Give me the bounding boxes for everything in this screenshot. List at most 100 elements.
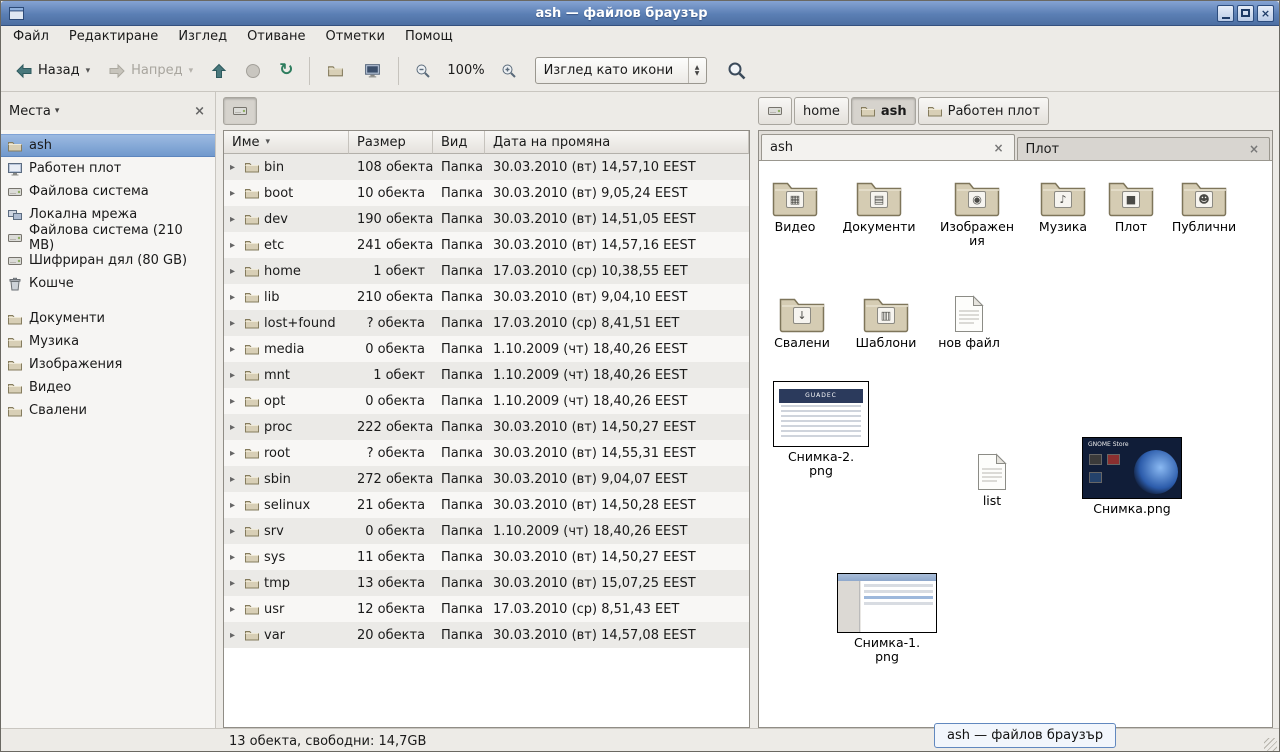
- table-row[interactable]: ▸opt0 обектаПапка1.10.2009 (чт) 18,40,26…: [224, 388, 749, 414]
- path-button[interactable]: Работен плот: [918, 97, 1049, 125]
- file-item[interactable]: ↓Свалени: [760, 291, 844, 350]
- stop-button[interactable]: [237, 55, 269, 87]
- table-row[interactable]: ▸lib210 обектаПапка30.03.2010 (вт) 9,04,…: [224, 284, 749, 310]
- expander-icon[interactable]: ▸: [230, 552, 240, 563]
- expander-icon[interactable]: ▸: [230, 630, 240, 641]
- table-row[interactable]: ▸proc222 обектаПапка30.03.2010 (вт) 14,5…: [224, 414, 749, 440]
- sidebar-item[interactable]: Файлова система: [1, 180, 215, 203]
- table-row[interactable]: ▸dev190 обектаПапка30.03.2010 (вт) 14,51…: [224, 206, 749, 232]
- tab-close-icon[interactable]: ×: [991, 141, 1005, 155]
- file-item[interactable]: GUADECСнимка-2.png: [766, 381, 876, 478]
- column-header[interactable]: Вид: [433, 131, 485, 154]
- sidebar-item[interactable]: ash: [1, 134, 215, 157]
- file-item[interactable]: ☻Публични: [1162, 175, 1246, 234]
- expander-icon[interactable]: ▸: [230, 448, 240, 459]
- places-close-icon[interactable]: ×: [194, 104, 205, 119]
- table-row[interactable]: ▸mnt1 обектПапка1.10.2009 (чт) 18,40,26 …: [224, 362, 749, 388]
- table-row[interactable]: ▸bin108 обектаПапка30.03.2010 (вт) 14,57…: [224, 154, 749, 180]
- expander-icon[interactable]: ▸: [230, 500, 240, 511]
- table-row[interactable]: ▸media0 обектаПапка1.10.2009 (чт) 18,40,…: [224, 336, 749, 362]
- file-item[interactable]: list: [950, 449, 1034, 508]
- reload-button[interactable]: ↻: [271, 55, 301, 87]
- taskbar-window-button[interactable]: ash — файлов браузър: [934, 723, 1116, 748]
- table-row[interactable]: ▸tmp13 обектаПапка30.03.2010 (вт) 15,07,…: [224, 570, 749, 596]
- expander-icon[interactable]: ▸: [230, 188, 240, 199]
- sidebar-item[interactable]: Свалени: [1, 399, 215, 422]
- table-row[interactable]: ▸lost+found? обектаПапка17.03.2010 (ср) …: [224, 310, 749, 336]
- expander-icon[interactable]: ▸: [230, 370, 240, 381]
- file-item[interactable]: GNOME StoreСнимка.png: [1077, 437, 1187, 516]
- forward-history-dropdown-icon[interactable]: ▾: [189, 66, 194, 76]
- file-item[interactable]: ▦Видео: [759, 175, 837, 234]
- notebook-tab[interactable]: ash×: [761, 134, 1015, 160]
- table-row[interactable]: ▸etc241 обектаПапка30.03.2010 (вт) 14,57…: [224, 232, 749, 258]
- menu-item[interactable]: Редактиране: [59, 26, 168, 50]
- file-item[interactable]: нов файл: [927, 291, 1011, 350]
- back-button[interactable]: Назад ▾: [7, 55, 98, 87]
- expander-icon[interactable]: ▸: [230, 474, 240, 485]
- up-button[interactable]: [203, 55, 235, 87]
- table-row[interactable]: ▸sys11 обектаПапка30.03.2010 (вт) 14,50,…: [224, 544, 749, 570]
- column-header[interactable]: Размер: [349, 131, 433, 154]
- table-row[interactable]: ▸root? обектаПапка30.03.2010 (вт) 14,55,…: [224, 440, 749, 466]
- table-row[interactable]: ▸boot10 обектаПапка30.03.2010 (вт) 9,05,…: [224, 180, 749, 206]
- sidebar-item[interactable]: Работен плот: [1, 157, 215, 180]
- places-dropdown-icon[interactable]: ▾: [55, 106, 60, 116]
- menu-item[interactable]: Помощ: [395, 26, 463, 50]
- minimize-button[interactable]: [1217, 5, 1234, 22]
- expander-icon[interactable]: ▸: [230, 344, 240, 355]
- path-button[interactable]: home: [794, 97, 849, 125]
- path-button[interactable]: ash: [851, 97, 916, 125]
- expander-icon[interactable]: ▸: [230, 526, 240, 537]
- file-item[interactable]: ◉Изображения: [935, 175, 1019, 248]
- file-item[interactable]: Снимка-1.png: [832, 573, 942, 664]
- notebook-tab[interactable]: Плот×: [1017, 137, 1271, 160]
- table-row[interactable]: ▸sbin272 обектаПапка30.03.2010 (вт) 9,04…: [224, 466, 749, 492]
- forward-button[interactable]: Напред ▾: [100, 55, 201, 87]
- resize-grip[interactable]: [1264, 738, 1277, 751]
- expander-icon[interactable]: ▸: [230, 162, 240, 173]
- column-header[interactable]: Дата на промяна: [485, 131, 749, 154]
- sidebar-item[interactable]: Музика: [1, 330, 215, 353]
- expander-icon[interactable]: ▸: [230, 240, 240, 251]
- computer-button[interactable]: [355, 55, 390, 87]
- root-location-button[interactable]: [223, 97, 257, 125]
- menu-item[interactable]: Изглед: [168, 26, 237, 50]
- expander-icon[interactable]: ▸: [230, 214, 240, 225]
- sidebar-item[interactable]: Шифриран дял (80 GB): [1, 249, 215, 272]
- places-header-label[interactable]: Места: [9, 104, 51, 119]
- file-item[interactable]: ■Плот: [1089, 175, 1173, 234]
- view-mode-select[interactable]: Изглед като икони ▲▼: [535, 57, 707, 84]
- sidebar-item[interactable]: Видео: [1, 376, 215, 399]
- table-row[interactable]: ▸selinux21 обектаПапка30.03.2010 (вт) 14…: [224, 492, 749, 518]
- expander-icon[interactable]: ▸: [230, 578, 240, 589]
- sidebar-item[interactable]: Изображения: [1, 353, 215, 376]
- maximize-button[interactable]: [1237, 5, 1254, 22]
- expander-icon[interactable]: ▸: [230, 318, 240, 329]
- expander-icon[interactable]: ▸: [230, 292, 240, 303]
- pane-splitter[interactable]: [750, 130, 758, 728]
- sidebar-item[interactable]: Кошче: [1, 272, 215, 295]
- sidebar-item[interactable]: Документи: [1, 307, 215, 330]
- icon-view-canvas[interactable]: ▦Видео▤Документи◉Изображения♪Музика■Плот…: [759, 161, 1272, 727]
- sidebar-item[interactable]: Файлова система (210 MB): [1, 226, 215, 249]
- titlebar[interactable]: ash — файлов браузър ×: [1, 1, 1279, 26]
- expander-icon[interactable]: ▸: [230, 396, 240, 407]
- search-button[interactable]: [719, 55, 755, 87]
- file-item[interactable]: ▤Документи: [837, 175, 921, 234]
- table-row[interactable]: ▸srv0 обектаПапка1.10.2009 (чт) 18,40,26…: [224, 518, 749, 544]
- table-row[interactable]: ▸var20 обектаПапка30.03.2010 (вт) 14,57,…: [224, 622, 749, 648]
- table-row[interactable]: ▸home1 обектПапка17.03.2010 (ср) 10,38,5…: [224, 258, 749, 284]
- expander-icon[interactable]: ▸: [230, 422, 240, 433]
- tab-close-icon[interactable]: ×: [1247, 142, 1261, 156]
- menu-item[interactable]: Отиване: [237, 26, 315, 50]
- zoom-out-button[interactable]: [407, 55, 439, 87]
- zoom-in-button[interactable]: [493, 55, 525, 87]
- expander-icon[interactable]: ▸: [230, 604, 240, 615]
- table-row[interactable]: ▸usr12 обектаПапка17.03.2010 (ср) 8,51,4…: [224, 596, 749, 622]
- menu-item[interactable]: Файл: [3, 26, 59, 50]
- column-header[interactable]: Име▾: [224, 131, 349, 154]
- home-button[interactable]: [318, 55, 353, 87]
- path-root-button[interactable]: [758, 97, 792, 125]
- file-item[interactable]: ▥Шаблони: [844, 291, 928, 350]
